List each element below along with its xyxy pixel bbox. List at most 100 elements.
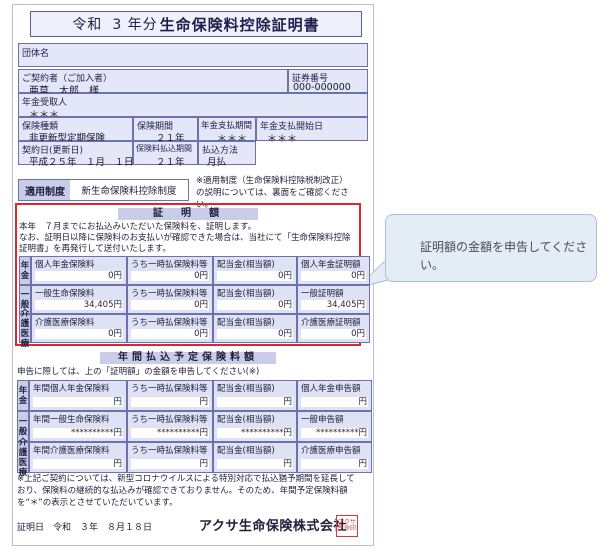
amount-value: 円 [33, 397, 123, 407]
amount-value: 0円 [131, 271, 209, 281]
amount-value: **********円 [131, 428, 209, 438]
row-head-medical: 介護医療 [17, 437, 29, 478]
amount-label: うち一時払保険料等 [131, 415, 208, 425]
premium-period-cell: 保険料払込期間 ２１年 [133, 141, 198, 168]
amount-value: 0円 [35, 271, 123, 281]
amount-label: 配当金(相当額) [217, 260, 275, 270]
company-name: アクサ生命保険株式会社 [199, 519, 347, 534]
issue-date: 証明日 令和 ３年 ８月１８日 [17, 523, 153, 533]
tekiyo-value: 新生命保険料控除制度 [70, 179, 189, 201]
amount-cell: 一般生命保険料 34,405円 [31, 285, 127, 314]
amount-value: 0円 [301, 329, 366, 339]
amount-label: うち一時払保険料等 [131, 318, 208, 328]
amount-cell: うち一時払保険料等 **********円 [127, 411, 213, 442]
amount-label: 年間個人年金保険料 [33, 384, 110, 394]
amount-value: 円 [131, 459, 209, 469]
amount-cell: 配当金(相当額) 円 [213, 380, 297, 411]
amount-label: 個人年金保険料 [35, 260, 95, 270]
amount-cell: 年間介護医療保険料円 [29, 442, 127, 473]
title-main: 生命保険料控除証明書 [159, 15, 320, 34]
policy-number-cell: 証券番号 000-000000 [288, 69, 368, 93]
amount-value: 34,405円 [35, 300, 123, 310]
company-seal: アクサ生命印 [336, 515, 358, 537]
amount-value: 0円 [131, 300, 209, 310]
amount-value: 0円 [35, 329, 123, 339]
amount-value: **********円 [301, 428, 368, 438]
amount-value: 円 [301, 459, 368, 469]
contract-date-cell: 契約日(更新日) 平成２５年 １月 １日 [18, 141, 134, 168]
premium-period-label: 保険料払込期間 [136, 144, 192, 153]
amount-label: 介護医療証明額 [301, 318, 361, 328]
pension-pay-period-cell: 年金支払期間 ＊＊＊ [198, 117, 256, 145]
amount-cell: 介護医療保険料 0円 [31, 314, 127, 343]
contract-date-value: 平成２５年 １月 １日 [29, 157, 134, 168]
amount-label: うち一時払保険料等 [131, 289, 208, 299]
amount-value: 円 [217, 459, 293, 469]
amount-label: 配当金(相当額) [217, 446, 275, 456]
cert-section-title: 証 明 額 [118, 208, 258, 220]
amount-value: 34,405円 [301, 300, 366, 310]
amount-cell: 年間一般生命保険料 **********円 [29, 411, 127, 442]
amount-cell: 個人年金保険料 0円 [31, 256, 127, 285]
group-name-cell: 団体名 [18, 43, 368, 67]
amount-value: 0円 [301, 271, 366, 281]
amount-cell: 配当金(相当額) 0円 [213, 285, 297, 314]
amount-label: 個人年金証明額 [301, 260, 361, 270]
row-head-medical: 介護医療 [19, 309, 31, 349]
amount-label: 介護医療申告額 [301, 446, 361, 456]
footer-note: ※上記ご契約については、新型コロナウイルスによる特別対応で払込猶予期間を延長して… [17, 474, 355, 508]
policy-number-value: 000-000000 [293, 82, 351, 93]
amount-cell: うち一時払保険料等 0円 [127, 256, 213, 285]
amount-label: 配当金(相当額) [217, 384, 275, 394]
insurance-period-cell: 保険期間 ２１年 [133, 117, 198, 144]
amount-label: 年間一般生命保険料 [33, 415, 110, 425]
pension-recipient-cell: 年金受取人 ＊＊＊ [18, 93, 368, 121]
amount-value: 0円 [217, 271, 293, 281]
amount-cell: うち一時払保険料等 0円 [127, 285, 213, 314]
amount-value: **********円 [217, 428, 293, 438]
amount-cell: 配当金(相当額) **********円 [213, 411, 297, 442]
certificate-title: 令和 3 年分 生命保険料控除証明書 [30, 11, 362, 37]
amount-value: **********円 [33, 428, 123, 438]
amount-cell: うち一時払保険料等 0円 [127, 314, 213, 343]
title-era: 令和 [72, 17, 103, 33]
title-year: 3 年分 [112, 17, 158, 33]
tekiyo-label: 適用制度 [18, 179, 72, 201]
amount-value: 0円 [217, 329, 293, 339]
amount-cell: 配当金(相当額) 0円 [213, 256, 297, 285]
planned-section-title: 年間払込予定保険料額 [100, 352, 276, 364]
amount-label: 年間介護医療保険料 [33, 446, 110, 456]
pension-start-cell: 年金支払開始日 ＊＊＊ [256, 117, 368, 145]
amount-label: うち一時払保険料等 [131, 260, 208, 270]
amount-label: 一般証明額 [301, 289, 344, 299]
amount-value: 円 [33, 459, 123, 469]
amount-cell: 一般証明額 34,405円 [297, 285, 370, 314]
amount-cell: うち一時払保険料等円 [127, 380, 213, 411]
amount-value: 0円 [131, 329, 209, 339]
pension-start-value: ＊＊＊ [267, 134, 297, 145]
amount-cell: 個人年金証明額 0円 [297, 256, 370, 285]
cert-intro-1: 本年 ７月までにお払込みいただいた保険料を、証明します。 [19, 222, 257, 232]
amount-label: 配当金(相当額) [217, 318, 275, 328]
amount-cell: 個人年金申告額円 [297, 380, 372, 411]
amount-label: うち一時払保険料等 [131, 446, 208, 456]
cert-intro-2: なお、証明日以降に保険料のお支払いが確認できた場合は、当社にて「生命保険料控除 [19, 233, 351, 243]
amount-cell: 年間個人年金保険料円 [29, 380, 127, 411]
planned-intro: 申告に際しては、上の「証明額」の金額を申告してください(※) [17, 367, 260, 377]
amount-cell: 一般申告額 **********円 [297, 411, 372, 442]
amount-label: 配当金(相当額) [217, 415, 275, 425]
amount-label: 一般申告額 [301, 415, 344, 425]
amount-label: うち一時払保険料等 [131, 384, 208, 394]
amount-value: 円 [131, 397, 209, 407]
amount-cell: 介護医療証明額 0円 [297, 314, 370, 343]
callout-text: 証明額の金額を申告してください。 [420, 240, 588, 272]
amount-label: 個人年金申告額 [301, 384, 361, 394]
amount-label: 介護医療保険料 [35, 318, 95, 328]
payment-method-value: 月払 [207, 157, 227, 168]
premium-period-value: ２１年 [156, 157, 185, 168]
payment-method-cell: 払込方法 月払 [198, 141, 256, 168]
amount-value: 円 [217, 397, 293, 407]
group-name-label: 団体名 [22, 49, 50, 59]
amount-cell: 配当金(相当額) 円 [213, 442, 297, 473]
cert-intro-3: 証明書」を再発行して送付いたします。 [19, 244, 171, 254]
